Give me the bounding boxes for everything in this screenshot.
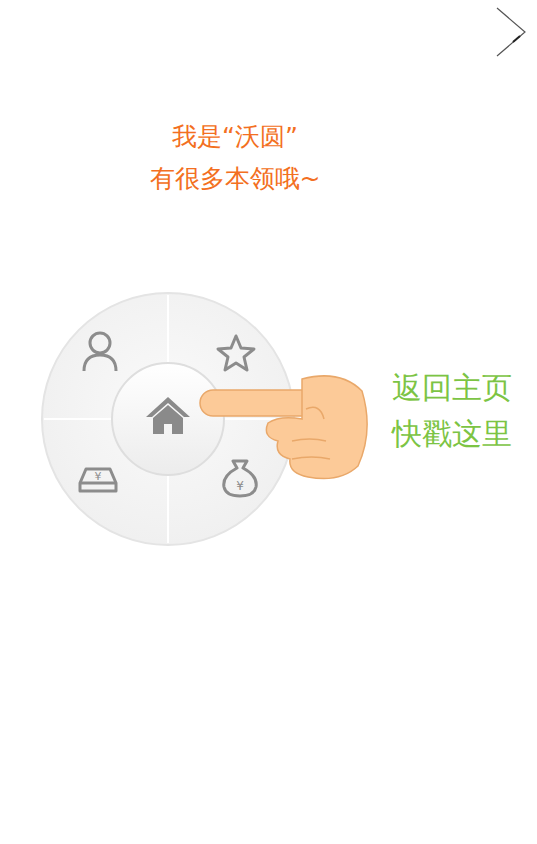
hint-line: 快戳这里 (392, 411, 512, 457)
star-icon[interactable] (218, 336, 254, 370)
hint-text: 返回主页快戳这里 (392, 365, 512, 457)
menu-ring (42, 293, 294, 545)
user-icon[interactable] (84, 333, 116, 371)
money-bag-icon[interactable]: ¥ (224, 461, 256, 496)
guide-page: 我是“沃圆”有很多本领哦~¥¥返回主页快戳这里 (0, 0, 537, 844)
menu-row: ¥¥返回主页快戳这里 (0, 291, 537, 551)
top-bar (0, 0, 537, 58)
hint-line: 返回主页 (392, 365, 512, 411)
circle-menu: ¥¥ (40, 291, 370, 551)
intro-line: 有很多本领哦~ (0, 158, 470, 200)
intro-line: 我是“沃圆” (0, 116, 470, 158)
svg-text:¥: ¥ (236, 479, 244, 493)
svg-text:¥: ¥ (95, 470, 102, 483)
intro-text: 我是“沃圆”有很多本领哦~ (0, 116, 470, 200)
home-button[interactable] (112, 363, 224, 475)
pointing-hand-icon (200, 376, 367, 479)
home-icon[interactable] (146, 397, 190, 434)
next-arrow-icon[interactable] (491, 4, 531, 58)
wallet-icon[interactable]: ¥ (80, 469, 116, 491)
